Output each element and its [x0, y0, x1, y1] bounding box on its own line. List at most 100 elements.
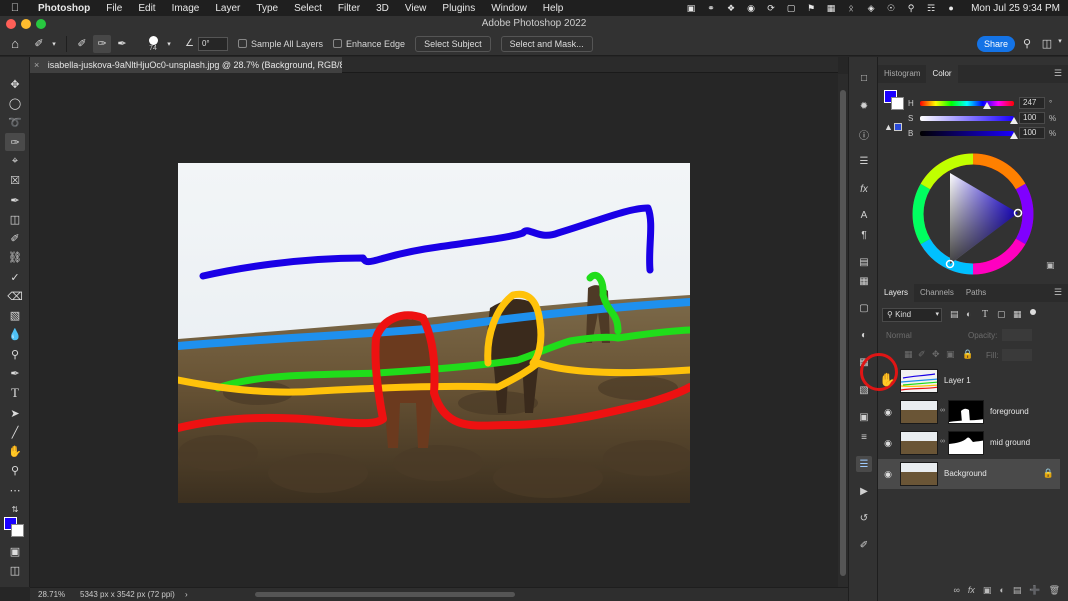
minimize-window-button[interactable] — [21, 19, 31, 29]
document-tab[interactable]: × isabella-juskova-9aNltHjuOc0-unsplash.… — [30, 57, 342, 73]
color-panel-menu-icon[interactable]: ☰ — [1054, 68, 1062, 79]
libraries-icon[interactable]: ▤ — [856, 254, 872, 270]
screen-capture-icon[interactable]: ▢ — [785, 3, 797, 13]
menu-edit[interactable]: Edit — [130, 3, 163, 14]
select-subject-button[interactable]: Select Subject — [415, 35, 491, 52]
layer-name[interactable]: Layer 1 — [944, 376, 971, 385]
tool-preset-picker-icon[interactable]: ✐ — [30, 35, 48, 53]
blur-tool-icon[interactable]: 💧 — [5, 325, 25, 343]
layer-mask-link-icon[interactable]: ∞ — [940, 438, 945, 445]
eyedropper-tool-icon[interactable]: ✒ — [5, 191, 25, 209]
background-color-chip[interactable] — [891, 97, 904, 110]
brush-settings-icon[interactable]: ✐ — [856, 537, 872, 553]
line-tool-icon[interactable]: ╱ — [5, 423, 25, 441]
gradient-tool-icon[interactable]: ▧ — [5, 306, 25, 324]
tab-layers[interactable]: Layers — [878, 284, 915, 302]
layer-mask-thumbnail[interactable] — [948, 400, 984, 424]
zoom-tool-icon[interactable]: ⚲ — [5, 461, 25, 479]
select-and-mask-button[interactable]: Select and Mask... — [500, 35, 593, 52]
link-layers-icon[interactable]: ∞ — [953, 585, 959, 601]
brightness-knob[interactable] — [1010, 132, 1018, 139]
new-group-icon[interactable]: ▤ — [1013, 585, 1022, 601]
menu-view[interactable]: View — [397, 3, 435, 14]
layer-row-foreground[interactable]: ◉ ∞ foreground — [878, 397, 1060, 427]
brush-tool-icon[interactable]: ✐ — [5, 229, 25, 247]
canvas-vertical-scrollbar[interactable] — [838, 74, 848, 587]
wifi-icon[interactable]: ◈ — [865, 3, 877, 13]
user-switch-icon[interactable]: ☉ — [885, 3, 897, 13]
opacity-input[interactable] — [1002, 329, 1032, 341]
screen-record-icon[interactable]: ▣ — [685, 3, 697, 13]
bookmark-icon[interactable]: ⚑ — [805, 3, 817, 13]
swap-colors-icon[interactable]: ⇅ — [5, 500, 25, 518]
lock-artboard-icon[interactable]: ▣ — [946, 349, 955, 360]
layer-row-background[interactable]: ◉ Background 🔒 — [878, 459, 1060, 489]
layer-mask-thumbnail[interactable] — [948, 431, 984, 455]
hand-tool-icon[interactable]: ✋ — [5, 442, 25, 460]
hue-slider[interactable]: H 247 ° — [908, 97, 1068, 111]
brightness-track[interactable] — [920, 131, 1014, 136]
layer-visibility-eye-icon[interactable]: ◉ — [882, 438, 894, 449]
chevron-down-icon[interactable]: ▾ — [50, 35, 58, 53]
menu-plugins[interactable]: Plugins — [434, 3, 483, 14]
history-icon[interactable]: ↺ — [856, 510, 872, 526]
close-document-icon[interactable]: × — [34, 60, 39, 70]
adjustments-icon[interactable]: ▢ — [856, 300, 872, 316]
sunburst-icon[interactable]: ✹ — [856, 98, 872, 114]
layer-style-fx-icon[interactable]: fx — [968, 585, 975, 601]
menu-help[interactable]: Help — [535, 3, 572, 14]
layer-row-mid-ground[interactable]: ◉ ∞ mid ground — [878, 428, 1060, 458]
gradient-panel-icon[interactable]: ▣ — [856, 409, 872, 425]
color-wheel[interactable] — [910, 151, 1036, 277]
hue-knob[interactable] — [983, 102, 991, 109]
notes-icon[interactable]: ▦ — [856, 273, 872, 289]
fill-input[interactable] — [1002, 349, 1032, 361]
search-icon[interactable]: ⚲ — [1020, 37, 1034, 50]
fx-icon[interactable]: fx — [856, 181, 872, 197]
brightness-slider[interactable]: B 100 % — [908, 127, 1068, 141]
workspace-chevron-down-icon[interactable]: ▾ — [1056, 37, 1064, 45]
character-icon[interactable]: A — [856, 207, 872, 223]
color-wheel-icon[interactable]: ◐ — [856, 327, 872, 343]
comments-icon[interactable]: □ — [856, 70, 872, 86]
spotlight-search-icon[interactable]: ⚲ — [905, 3, 917, 13]
menu-window[interactable]: Window — [483, 3, 535, 14]
quick-selection-tool-icon[interactable]: ✑ — [5, 133, 25, 151]
layer-name[interactable]: foreground — [990, 407, 1029, 416]
brush-chevron-down-icon[interactable]: ▾ — [165, 35, 173, 53]
layer-name[interactable]: Background — [944, 469, 987, 478]
layer-row-layer-1[interactable]: Layer 1 — [878, 366, 1060, 396]
lasso-tool-icon[interactable]: ➰ — [5, 113, 25, 131]
menu-app-photoshop[interactable]: Photoshop — [30, 3, 98, 14]
channels-mixer-icon[interactable]: ≡ — [856, 429, 872, 445]
lock-position-icon[interactable]: ✥ — [932, 349, 940, 360]
brightness-value[interactable]: 100 — [1019, 127, 1045, 139]
tab-color[interactable]: Color — [926, 65, 958, 83]
sample-all-layers-checkbox[interactable]: Sample All Layers — [237, 39, 323, 49]
blend-mode-select[interactable]: Normal — [882, 329, 950, 342]
canvas-horizontal-scrollbar[interactable] — [255, 592, 515, 597]
bluetooth-icon[interactable]: ᛟ — [845, 3, 857, 13]
layer-mask-link-icon[interactable]: ∞ — [940, 407, 945, 414]
actions-play-icon[interactable]: ▶ — [856, 483, 872, 499]
creative-cloud-icon[interactable]: ⚭ — [705, 3, 717, 13]
layer-visibility-eye-icon[interactable]: ◉ — [882, 407, 894, 418]
layer-visibility-eye-icon[interactable]: ◉ — [882, 469, 894, 480]
pen-tool-icon[interactable]: ✒ — [5, 364, 25, 382]
filter-type-icon[interactable]: T — [982, 309, 988, 320]
filter-shape-icon[interactable]: ▢ — [997, 309, 1006, 320]
layer-name[interactable]: mid ground — [990, 438, 1030, 447]
angle-input[interactable]: 0° — [197, 36, 228, 51]
paragraph-icon[interactable]: ¶ — [856, 227, 872, 243]
lock-image-icon[interactable]: ✐ — [918, 349, 926, 360]
subtract-from-selection-brush-icon[interactable]: ✒ — [113, 35, 131, 53]
siri-icon[interactable]: ● — [945, 3, 957, 13]
new-layer-icon[interactable]: ➕ — [1029, 585, 1040, 601]
filter-pixel-icon[interactable]: ▤ — [950, 309, 959, 320]
menu-file[interactable]: File — [98, 3, 130, 14]
share-button[interactable]: Share — [977, 36, 1015, 52]
saturation-knob[interactable] — [1010, 117, 1018, 124]
control-center-icon[interactable]: ☶ — [925, 3, 937, 13]
menu-select[interactable]: Select — [286, 3, 330, 14]
path-selection-tool-icon[interactable]: ➤ — [5, 404, 25, 422]
